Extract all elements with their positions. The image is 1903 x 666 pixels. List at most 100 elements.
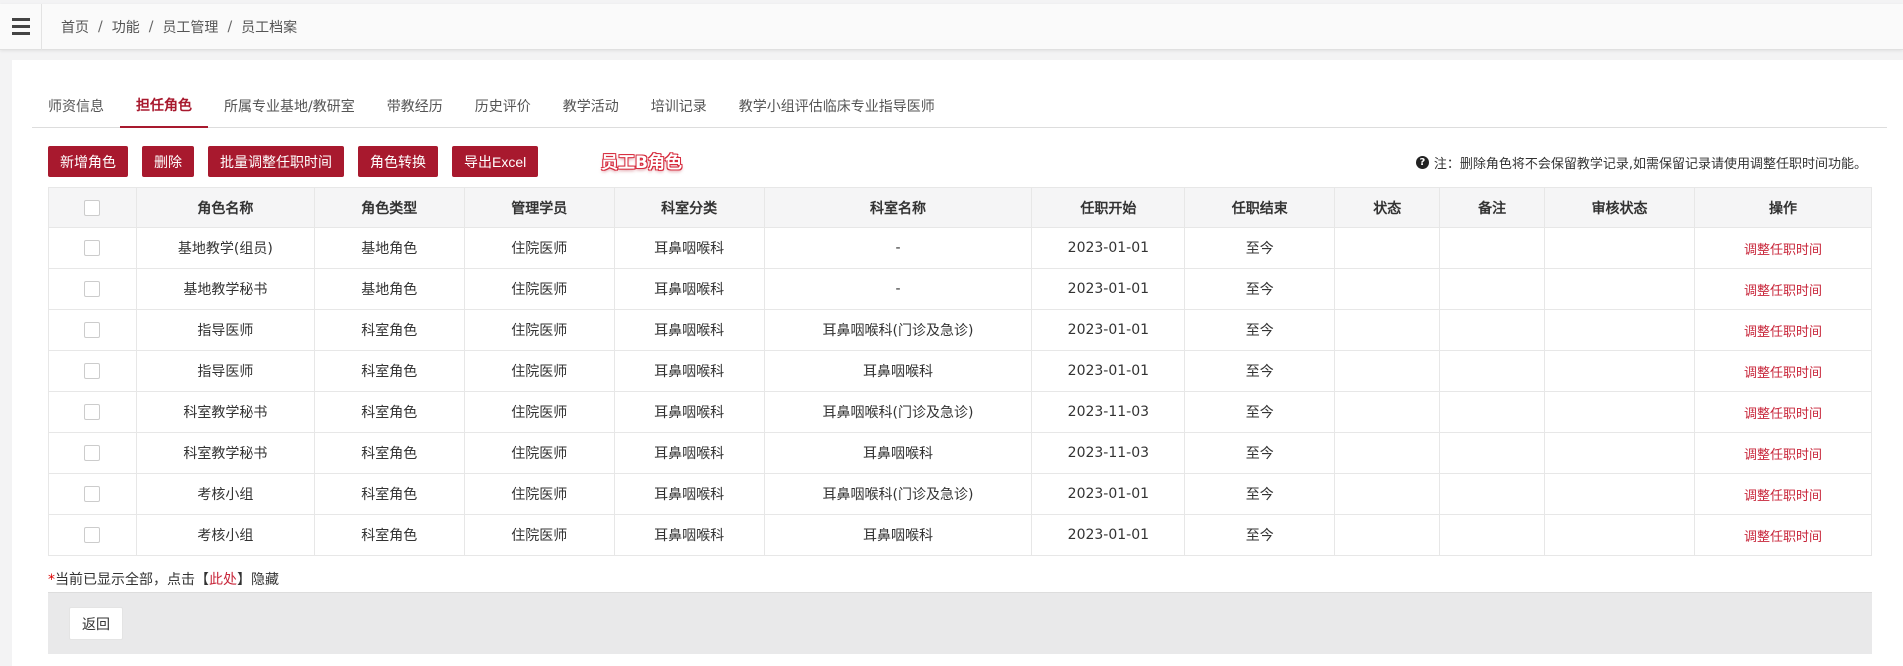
breadcrumb-home[interactable]: 首页 <box>61 17 89 37</box>
form-actions-bar: 返回 <box>48 592 1872 654</box>
roles-table: 角色名称 角色类型 管理学员 科室分类 科室名称 任职开始 任职结束 状态 备注… <box>48 187 1872 556</box>
cell-audit-status <box>1544 268 1696 310</box>
operation-cell: 调整任职时间 <box>1694 391 1872 433</box>
cell-dept-category: 耳鼻咽喉科 <box>613 473 765 515</box>
cell-managed-trainee: 住院医师 <box>463 473 615 515</box>
display-note-prefix: 当前已显示全部，点击【 <box>55 572 209 588</box>
required-star: * <box>48 572 55 588</box>
table-row: 基地教学(组员) 基地角色 住院医师 耳鼻咽喉科 -2023-01-01 至今 调整任职时间 <box>48 227 1872 269</box>
delete-button[interactable]: 删除 <box>142 146 194 177</box>
adjust-tenure-link[interactable]: 调整任职时间 <box>1744 366 1822 381</box>
row-checkbox[interactable] <box>84 322 101 338</box>
cell-dept-name: - <box>763 268 1033 310</box>
row-select-cell <box>48 432 137 474</box>
tab-bar: 师资信息 担任角色 所属专业基地/教研室 带教经历 历史评价 教学活动 培训记录… <box>32 84 1887 128</box>
tab-base-department[interactable]: 所属专业基地/教研室 <box>208 84 371 128</box>
tab-group-evaluation[interactable]: 教学小组评估临床专业指导医师 <box>723 84 951 128</box>
table-row: 指导医师 科室角色 住院医师 耳鼻咽喉科 耳鼻咽喉科(门诊及急诊) 2023-01-01 至… <box>48 309 1872 351</box>
delete-note: ? 注：删除角色将不会保留教学记录,如需保留记录请使用调整任职时间功能。 <box>1415 153 1867 172</box>
breadcrumb-separator: / <box>148 18 154 35</box>
top-bar: 首页 / 功能 / 员工管理 / 员工档案 <box>0 3 1903 50</box>
row-select-cell <box>48 309 137 351</box>
adjust-tenure-link[interactable]: 调整任职时间 <box>1744 284 1822 299</box>
adjust-tenure-link[interactable]: 调整任职时间 <box>1744 325 1822 340</box>
tab-teacher-info[interactable]: 师资信息 <box>32 84 120 128</box>
back-button[interactable]: 返回 <box>69 607 123 640</box>
cell-status <box>1334 432 1441 474</box>
tab-training-records[interactable]: 培训记录 <box>635 84 723 128</box>
adjust-tenure-link[interactable]: 调整任职时间 <box>1744 243 1822 258</box>
role-convert-button[interactable]: 角色转换 <box>358 146 438 177</box>
cell-remark <box>1439 268 1546 310</box>
cell-audit-status <box>1544 309 1696 351</box>
column-header: 任职结束 <box>1184 187 1336 228</box>
cell-remark <box>1439 432 1546 474</box>
adjust-tenure-link[interactable]: 调整任职时间 <box>1744 489 1822 504</box>
cell-tenure-end: 至今 <box>1184 227 1336 269</box>
operation-cell: 调整任职时间 <box>1694 268 1872 310</box>
cell-dept-name: 耳鼻咽喉科(门诊及急诊) <box>763 309 1033 351</box>
add-role-button[interactable]: 新增角色 <box>48 146 128 177</box>
operation-cell: 调整任职时间 <box>1694 514 1872 556</box>
row-checkbox[interactable] <box>84 240 101 256</box>
cell-audit-status <box>1544 391 1696 433</box>
hide-link[interactable]: 此处 <box>209 572 237 588</box>
adjust-tenure-link[interactable]: 调整任职时间 <box>1744 407 1822 422</box>
cell-dept-category: 耳鼻咽喉科 <box>613 350 765 392</box>
table-row: 指导医师 科室角色 住院医师 耳鼻咽喉科 耳鼻咽喉科 2023-01-01 至今 调整任职时间 <box>48 350 1872 392</box>
cell-tenure-end: 至今 <box>1184 432 1336 474</box>
cell-role-name: 考核小组 <box>135 514 315 556</box>
row-select-cell <box>48 350 137 392</box>
export-excel-button[interactable]: 导出Excel <box>452 146 539 177</box>
cell-dept-category: 耳鼻咽喉科 <box>613 432 765 474</box>
row-checkbox[interactable] <box>84 486 101 502</box>
cell-managed-trainee: 住院医师 <box>463 514 615 556</box>
adjust-tenure-link[interactable]: 调整任职时间 <box>1744 448 1822 463</box>
menu-icon[interactable] <box>0 3 42 50</box>
batch-adjust-tenure-button[interactable]: 批量调整任职时间 <box>208 146 344 177</box>
cell-managed-trainee: 住院医师 <box>463 391 615 433</box>
table-row: 考核小组 科室角色 住院医师 耳鼻咽喉科 耳鼻咽喉科(门诊及急诊) 2023-01-01 至… <box>48 473 1872 515</box>
row-checkbox[interactable] <box>84 281 101 297</box>
row-checkbox[interactable] <box>84 527 101 543</box>
select-all-cell <box>48 187 137 228</box>
cell-remark <box>1439 473 1546 515</box>
cell-role-type: 科室角色 <box>313 350 465 392</box>
row-checkbox[interactable] <box>84 363 101 379</box>
tab-roles[interactable]: 担任角色 <box>120 84 208 128</box>
breadcrumb-separator: / <box>227 18 233 35</box>
breadcrumb-staff-management[interactable]: 员工管理 <box>162 17 218 37</box>
adjust-tenure-link[interactable]: 调整任职时间 <box>1744 530 1822 545</box>
cell-audit-status <box>1544 227 1696 269</box>
watermark-label: 员工B角色 <box>601 153 682 173</box>
breadcrumb-function[interactable]: 功能 <box>112 17 140 37</box>
cell-status <box>1334 268 1441 310</box>
cell-managed-trainee: 住院医师 <box>463 268 615 310</box>
cell-role-type: 科室角色 <box>313 514 465 556</box>
cell-dept-name: - <box>763 227 1033 269</box>
delete-note-text: 注：删除角色将不会保留教学记录,如需保留记录请使用调整任职时间功能。 <box>1433 157 1867 172</box>
row-select-cell <box>48 227 137 269</box>
cell-dept-category: 耳鼻咽喉科 <box>613 391 765 433</box>
breadcrumb-staff-profile: 员工档案 <box>241 19 298 36</box>
operation-cell: 调整任职时间 <box>1694 227 1872 269</box>
table-row: 科室教学秘书 科室角色 住院医师 耳鼻咽喉科 耳鼻咽喉科(门诊及急诊) 2023-11-0… <box>48 391 1872 433</box>
tab-teaching-experience[interactable]: 带教经历 <box>371 84 459 128</box>
breadcrumb: 首页 / 功能 / 员工管理 / 员工档案 <box>61 17 297 37</box>
cell-role-name: 指导医师 <box>135 350 315 392</box>
tab-history-evaluation[interactable]: 历史评价 <box>459 84 547 128</box>
main-panel: 师资信息 担任角色 所属专业基地/教研室 带教经历 历史评价 教学活动 培训记录… <box>12 60 1903 666</box>
cell-role-type: 基地角色 <box>313 268 465 310</box>
row-select-cell <box>48 391 137 433</box>
row-checkbox[interactable] <box>84 404 101 420</box>
row-select-cell <box>48 514 137 556</box>
cell-dept-name: 耳鼻咽喉科 <box>763 432 1033 474</box>
cell-status <box>1334 350 1441 392</box>
tab-teaching-activities[interactable]: 教学活动 <box>547 84 635 128</box>
cell-tenure-start: 2023-01-01 <box>1031 268 1186 310</box>
select-all-checkbox[interactable] <box>84 199 101 216</box>
column-header: 状态 <box>1334 187 1441 228</box>
cell-audit-status <box>1544 473 1696 515</box>
cell-remark <box>1439 309 1546 351</box>
row-checkbox[interactable] <box>84 445 101 461</box>
